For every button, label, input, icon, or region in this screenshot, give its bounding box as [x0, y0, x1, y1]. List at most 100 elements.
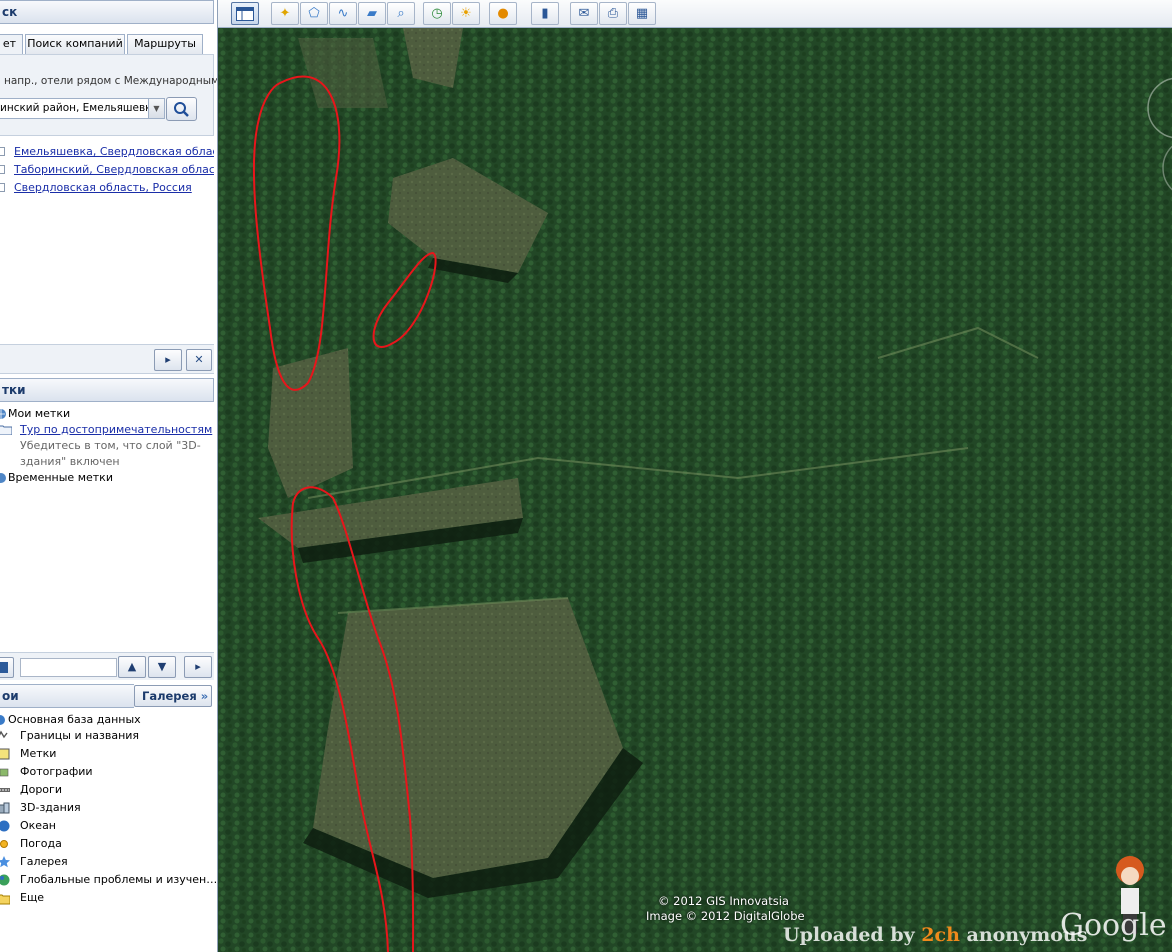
google-earth-window: ск ет Поиск компаний Маршруты напр., оте… — [0, 0, 1172, 952]
add-placemark-button[interactable]: ✦ — [271, 2, 299, 25]
expand-icon[interactable] — [0, 147, 5, 156]
tour-link[interactable]: Тур по достопримечательностям — [20, 423, 212, 436]
search-hint: напр., отели рядом с Международным — [4, 75, 218, 87]
tree-item-my-places[interactable]: Мои метки — [0, 406, 214, 422]
search-tabs: ет Поиск компаний Маршруты — [0, 34, 214, 54]
buildings-icon — [0, 802, 10, 814]
historical-imagery-button[interactable]: ◷ — [423, 2, 451, 25]
panel-toggle-button[interactable] — [0, 657, 14, 678]
globe-icon — [0, 473, 6, 483]
places-more-button[interactable]: ▸ — [184, 656, 212, 678]
road-icon — [0, 788, 10, 792]
tour-note: Убедитесь в том, что слой "3D- — [20, 439, 201, 452]
arrow-down-icon: ▼ — [157, 660, 167, 673]
star-icon — [0, 856, 10, 868]
map-view[interactable]: © 2012 GIS Innovatsia Image © 2012 Digit… — [218, 28, 1172, 952]
copyright-text: © 2012 GIS Innovatsia — [658, 894, 789, 908]
tab-fly-to[interactable]: ет — [0, 34, 23, 54]
expand-icon[interactable] — [0, 183, 5, 192]
clear-search-button[interactable]: ✕ — [186, 349, 212, 371]
close-icon: ✕ — [194, 353, 204, 366]
polygon-icon: ⬠ — [308, 6, 320, 21]
arrow-up-icon: ▲ — [127, 660, 137, 673]
placemark-icon — [0, 748, 10, 760]
chevron-down-icon[interactable]: ▼ — [148, 99, 164, 118]
email-button[interactable]: ✉ — [570, 2, 598, 25]
layer-item[interactable]: 3D-здания — [0, 800, 214, 818]
search-results: Емельяшевка, Свердловская облас Таборинс… — [0, 144, 214, 198]
tab-directions[interactable]: Маршруты — [127, 34, 203, 54]
layer-item[interactable]: Границы и названия — [0, 728, 214, 746]
print-icon: ⎙ — [607, 6, 619, 21]
map-icon: ▦ — [635, 6, 649, 21]
layer-item[interactable]: Метки — [0, 746, 214, 764]
planets-button[interactable]: ● — [489, 2, 517, 25]
add-overlay-button[interactable]: ▰ — [358, 2, 386, 25]
path-icon: ∿ — [337, 6, 349, 21]
layer-item[interactable]: Фотографии — [0, 764, 214, 782]
search-input[interactable]: инский район, Емельяшевка ▼ — [0, 98, 165, 119]
layer-item[interactable]: Еще — [0, 890, 214, 908]
search-form: напр., отели рядом с Международным ински… — [0, 54, 217, 136]
move-up-button[interactable]: ▲ — [118, 656, 146, 678]
layers-panel-header[interactable]: ои — [0, 684, 134, 708]
panel-icon — [0, 662, 8, 673]
image-overlay-icon: ▰ — [367, 6, 377, 21]
pushpin-icon: ✦ — [279, 6, 291, 21]
globe-icon — [0, 715, 5, 725]
places-search-input[interactable] — [20, 658, 117, 677]
upload-watermark: Uploaded by 2ch anonymous — [783, 924, 1088, 946]
clock-icon: ◷ — [431, 6, 443, 21]
sunlight-button[interactable]: ☀ — [452, 2, 480, 25]
list-item[interactable]: Свердловская область, Россия — [0, 180, 214, 198]
layers-tree: Основная база данных Границы и названия … — [0, 712, 217, 908]
tree-item-temporary-places[interactable]: Временные метки — [0, 470, 214, 486]
add-path-button[interactable]: ∿ — [329, 2, 357, 25]
left-sidebar: ск ет Поиск компаний Маршруты напр., оте… — [0, 0, 218, 952]
add-polygon-button[interactable]: ⬠ — [300, 2, 328, 25]
main-toolbar: ✦ ⬠ ∿ ▰ ⌕ ◷ ☀ ● ▮ ✉ ⎙ ▦ — [218, 0, 1172, 28]
layer-item[interactable]: Погода — [0, 836, 214, 854]
view-in-maps-button[interactable]: ▦ — [628, 2, 656, 25]
sidebar-icon — [236, 7, 254, 21]
result-link[interactable]: Таборинский, Свердловская облас — [14, 163, 214, 176]
tab-find-businesses[interactable]: Поиск компаний — [25, 34, 125, 54]
layer-item[interactable]: Галерея — [0, 854, 214, 872]
result-link[interactable]: Емельяшевка, Свердловская облас — [14, 145, 214, 158]
search-icon — [174, 102, 189, 117]
tour-note: здания" включен — [20, 455, 120, 468]
layer-item[interactable]: Глобальные проблемы и изучен… — [0, 872, 217, 890]
globe-icon — [0, 409, 6, 419]
layer-item[interactable]: Дороги — [0, 782, 214, 800]
folder-icon — [0, 425, 12, 435]
sunrise-icon: ☀ — [460, 6, 472, 21]
layer-item[interactable]: Океан — [0, 818, 214, 836]
satellite-imagery[interactable] — [218, 28, 1172, 952]
layer-item[interactable]: Основная база данных — [0, 712, 214, 728]
search-panel-header[interactable]: ск — [0, 0, 214, 24]
move-down-button[interactable]: ▼ — [148, 656, 176, 678]
list-item[interactable]: Таборинский, Свердловская облас — [0, 162, 214, 180]
planet-icon: ● — [497, 6, 509, 21]
gallery-button[interactable]: Галерея » — [134, 685, 212, 707]
tree-item-tour[interactable]: Тур по достопримечательностям — [0, 422, 214, 438]
record-tour-icon: ⌕ — [397, 6, 405, 21]
list-item[interactable]: Емельяшевка, Свердловская облас — [0, 144, 214, 162]
double-chevron-right-icon: » — [200, 689, 209, 703]
sidebar-toggle-button[interactable] — [231, 2, 259, 25]
email-icon: ✉ — [578, 6, 590, 21]
places-panel-header[interactable]: тки — [0, 378, 214, 402]
copy-results-button[interactable]: ▸ — [154, 349, 182, 371]
search-button[interactable] — [166, 97, 197, 121]
ocean-icon — [0, 820, 10, 832]
ruler-button[interactable]: ▮ — [531, 2, 559, 25]
record-tour-button[interactable]: ⌕ — [387, 2, 415, 25]
result-link[interactable]: Свердловская область, Россия — [14, 181, 192, 194]
expand-icon[interactable] — [0, 165, 5, 174]
print-button[interactable]: ⎙ — [599, 2, 627, 25]
search-input-value: инский район, Емельяшевка — [0, 102, 158, 114]
places-tree: Мои метки Тур по достопримечательностям … — [0, 406, 214, 486]
borders-icon — [0, 730, 8, 739]
folder-icon — [0, 894, 10, 905]
photo-icon — [0, 768, 9, 777]
